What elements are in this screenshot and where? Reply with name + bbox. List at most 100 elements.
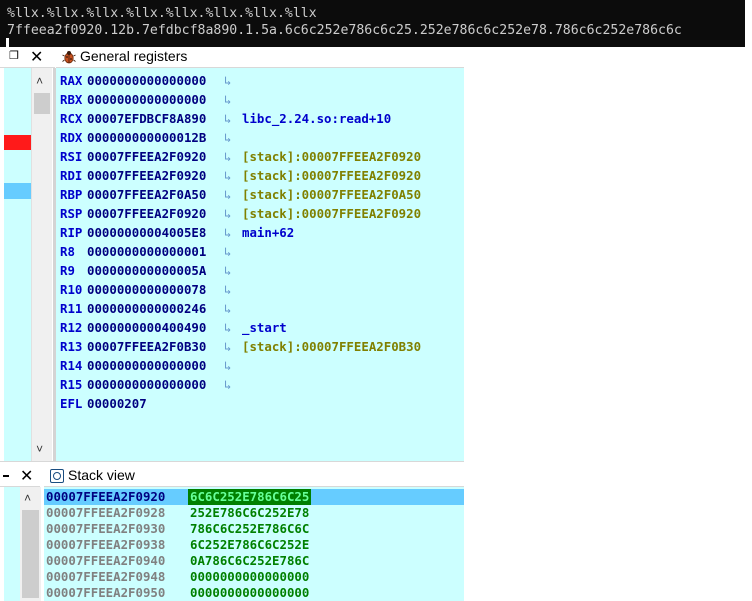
stack-row[interactable]: 00007FFEEA2F0938 6C252E786C6C252E xyxy=(44,537,464,553)
stack-value[interactable]: 0A786C6C252E786C xyxy=(190,553,309,569)
jump-arrow-icon[interactable]: ↳ xyxy=(224,356,231,375)
scroll-up-icon[interactable]: ˄ xyxy=(24,491,31,506)
bottom-left-panel-header: ✕ xyxy=(0,466,40,487)
register-value[interactable]: 00007EFDBCF8A890 xyxy=(87,111,206,126)
register-value[interactable]: 00000000004005E8 xyxy=(87,225,206,240)
stack-address: 00007FFEEA2F0928 xyxy=(46,505,166,520)
register-value[interactable]: 0000000000000078 xyxy=(87,282,206,297)
register-value[interactable]: 0000000000000000 xyxy=(87,92,206,107)
register-symbol[interactable]: [stack]:00007FFEEA2F0920 xyxy=(242,166,421,185)
close-icon[interactable]: ✕ xyxy=(30,47,43,67)
stack-row[interactable]: 00007FFEEA2F0940 0A786C6C252E786C xyxy=(44,553,464,569)
jump-arrow-icon[interactable]: ↳ xyxy=(224,204,231,223)
register-row-r10[interactable]: R10 0000000000000078 ↳ xyxy=(60,280,231,299)
register-symbol[interactable]: main+62 xyxy=(242,223,294,242)
register-name: R10 xyxy=(60,282,83,297)
register-value[interactable]: 00007FFEEA2F0920 xyxy=(87,206,206,221)
stack-address: 00007FFEEA2F0950 xyxy=(46,585,166,600)
register-row-r15[interactable]: R15 0000000000000000 ↳ xyxy=(60,375,231,394)
terminal-line-2: 7ffeea2f0920.12b.7efdbcf8a890.1.5a.6c6c2… xyxy=(7,23,682,38)
register-name: RSI xyxy=(60,149,83,164)
scroll-up-icon[interactable]: ˄ xyxy=(36,74,43,89)
jump-arrow-icon[interactable]: ↳ xyxy=(224,71,231,90)
jump-arrow-icon[interactable]: ↳ xyxy=(224,147,231,166)
stack-value[interactable]: 0000000000000000 xyxy=(190,585,309,601)
jump-arrow-icon[interactable]: ↳ xyxy=(224,90,231,109)
stack-value[interactable]: 786C6C252E786C6C xyxy=(190,521,309,537)
restore-icon[interactable]: ❐ xyxy=(9,49,19,62)
register-value[interactable]: 0000000000000000 xyxy=(87,377,206,392)
register-row-rax[interactable]: RAX 0000000000000000 ↳ xyxy=(60,71,231,90)
register-value[interactable]: 00007FFEEA2F0A50 xyxy=(87,187,206,202)
register-row-r14[interactable]: R14 0000000000000000 ↳ xyxy=(60,356,231,375)
register-row-r9[interactable]: R9 000000000000005A ↳ xyxy=(60,261,231,280)
register-name: R14 xyxy=(60,358,83,373)
jump-arrow-icon[interactable]: ↳ xyxy=(224,166,231,185)
register-value[interactable]: 0000000000400490 xyxy=(87,320,206,335)
jump-arrow-icon[interactable]: ↳ xyxy=(224,242,231,261)
stack-row[interactable]: 00007FFEEA2F0930 786C6C252E786C6C xyxy=(44,521,464,537)
bottom-left-scrollbar[interactable]: ˄ xyxy=(20,487,41,601)
register-symbol[interactable]: [stack]:00007FFEEA2F0B30 xyxy=(242,337,421,356)
register-row-efl[interactable]: EFL 00000207 xyxy=(60,394,147,413)
register-row-rsi[interactable]: RSI 00007FFEEA2F0920 ↳ [stack]:00007FFEEA2F… xyxy=(60,147,421,166)
register-symbol[interactable]: [stack]:00007FFEEA2F0A50 xyxy=(242,185,421,204)
close-icon[interactable]: ✕ xyxy=(20,466,33,486)
register-row-rdx[interactable]: RDX 000000000000012B ↳ xyxy=(60,128,231,147)
stack-address: 00007FFEEA2F0948 xyxy=(46,569,166,584)
register-name: RAX xyxy=(60,73,83,88)
register-value[interactable]: 0000000000000001 xyxy=(87,244,206,259)
jump-arrow-icon[interactable]: ↳ xyxy=(224,375,231,394)
jump-arrow-icon[interactable]: ↳ xyxy=(224,318,231,337)
jump-arrow-icon[interactable]: ↳ xyxy=(224,280,231,299)
register-value[interactable]: 000000000000005A xyxy=(87,263,206,278)
stack-row[interactable]: 00007FFEEA2F0928 252E786C6C252E78 xyxy=(44,505,464,521)
stack-row[interactable]: 00007FFEEA2F0920 6C6C252E786C6C25 xyxy=(44,489,464,505)
register-value[interactable]: 0000000000000246 xyxy=(87,301,206,316)
register-name: RDX xyxy=(60,130,83,145)
scrollbar-thumb[interactable] xyxy=(22,510,39,598)
register-symbol[interactable]: [stack]:00007FFEEA2F0920 xyxy=(242,147,421,166)
register-value[interactable]: 00007FFEEA2F0B30 xyxy=(87,339,206,354)
register-row-rip[interactable]: RIP 00000000004005E8 ↳ main+62 xyxy=(60,223,294,242)
register-value[interactable]: 0000000000000000 xyxy=(87,358,206,373)
jump-arrow-icon[interactable]: ↳ xyxy=(224,337,231,356)
minimize-icon[interactable] xyxy=(3,475,9,477)
register-value[interactable]: 00007FFEEA2F0920 xyxy=(87,168,206,183)
stack-address: 00007FFEEA2F0938 xyxy=(46,537,166,552)
register-value[interactable]: 000000000000012B xyxy=(87,130,206,145)
register-row-r13[interactable]: R13 00007FFEEA2F0B30 ↳ [stack]:00007FFEEA2F… xyxy=(60,337,421,356)
register-row-rbp[interactable]: RBP 00007FFEEA2F0A50 ↳ [stack]:00007FFEEA2F… xyxy=(60,185,421,204)
scroll-down-icon[interactable]: ˅ xyxy=(36,442,43,457)
register-symbol[interactable]: [stack]:00007FFEEA2F0920 xyxy=(242,204,421,223)
stack-value[interactable]: 6C252E786C6C252E xyxy=(190,537,309,553)
stack-row[interactable]: 00007FFEEA2F0948 0000000000000000 xyxy=(44,569,464,585)
jump-arrow-icon[interactable]: ↳ xyxy=(224,128,231,147)
register-name: RBX xyxy=(60,92,83,107)
register-symbol[interactable]: libc_2.24.so:read+10 xyxy=(242,109,391,128)
stack-value[interactable]: 6C6C252E786C6C25 xyxy=(188,489,312,505)
jump-arrow-icon[interactable]: ↳ xyxy=(224,261,231,280)
bottom-left-panel-body xyxy=(4,487,20,601)
register-row-r8[interactable]: R8 0000000000000001 ↳ xyxy=(60,242,231,261)
jump-arrow-icon[interactable]: ↳ xyxy=(224,223,231,242)
register-row-rdi[interactable]: RDI 00007FFEEA2F0920 ↳ [stack]:00007FFEEA2F… xyxy=(60,166,421,185)
stack-panel-title: Stack view xyxy=(68,467,135,483)
register-value[interactable]: 00000207 xyxy=(87,396,147,411)
jump-arrow-icon[interactable]: ↳ xyxy=(224,109,231,128)
scrollbar-thumb[interactable] xyxy=(34,93,50,114)
register-symbol[interactable]: _start xyxy=(242,318,287,337)
jump-arrow-icon[interactable]: ↳ xyxy=(224,299,231,318)
stack-row[interactable]: 00007FFEEA2F0950 0000000000000000 xyxy=(44,585,464,601)
stack-value[interactable]: 0000000000000000 xyxy=(190,569,309,585)
left-panel-scrollbar[interactable]: ˄ ˅ xyxy=(31,68,52,461)
jump-arrow-icon[interactable]: ↳ xyxy=(224,185,231,204)
register-row-r11[interactable]: R11 0000000000000246 ↳ xyxy=(60,299,231,318)
register-row-rsp[interactable]: RSP 00007FFEEA2F0920 ↳ [stack]:00007FFEEA2F… xyxy=(60,204,421,223)
register-row-rcx[interactable]: RCX 00007EFDBCF8A890 ↳ libc_2.24.so:read+10 xyxy=(60,109,391,128)
register-value[interactable]: 0000000000000000 xyxy=(87,73,206,88)
register-row-rbx[interactable]: RBX 0000000000000000 ↳ xyxy=(60,90,231,109)
register-row-r12[interactable]: R12 0000000000400490 ↳ _start xyxy=(60,318,287,337)
stack-value[interactable]: 252E786C6C252E78 xyxy=(190,505,309,521)
register-value[interactable]: 00007FFEEA2F0920 xyxy=(87,149,206,164)
